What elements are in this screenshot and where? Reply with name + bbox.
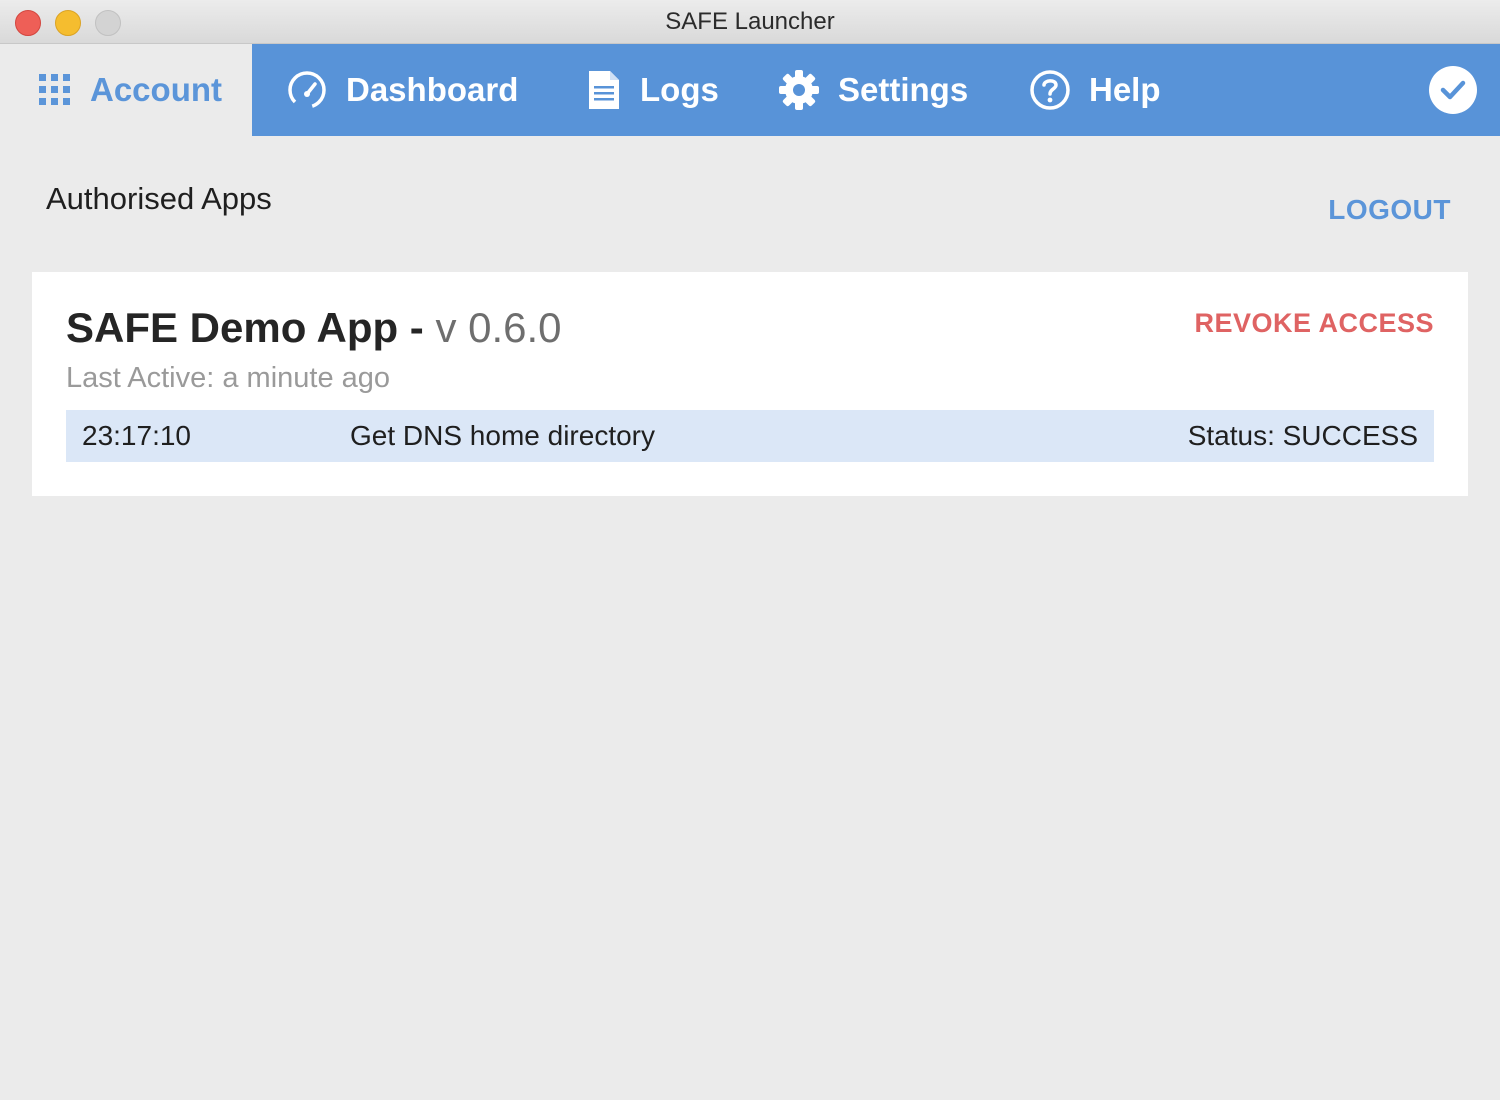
app-window: SAFE Launcher Account Dashboard Logs Set… bbox=[0, 0, 1500, 1100]
tab-logs[interactable]: Logs bbox=[586, 44, 719, 136]
grid-icon bbox=[38, 73, 72, 107]
tab-label: Dashboard bbox=[346, 71, 519, 108]
window-title: SAFE Launcher bbox=[665, 8, 835, 35]
app-card: SAFE Demo App - v 0.6.0 REVOKE ACCESS La… bbox=[32, 272, 1468, 496]
speedometer-icon bbox=[286, 69, 328, 111]
revoke-access-button[interactable]: REVOKE ACCESS bbox=[1194, 308, 1434, 339]
gear-icon bbox=[778, 69, 820, 111]
last-active-text: Last Active: a minute ago bbox=[66, 362, 391, 394]
app-version: v 0.6.0 bbox=[435, 304, 562, 351]
app-title-separator: - bbox=[398, 304, 436, 351]
log-action: Get DNS home directory bbox=[350, 420, 655, 451]
app-name: SAFE Demo App bbox=[66, 304, 399, 351]
log-status: Status: SUCCESS bbox=[1187, 420, 1418, 451]
tab-help[interactable]: Help bbox=[1029, 44, 1161, 136]
tab-label: Logs bbox=[640, 71, 719, 108]
app-title: SAFE Demo App - v 0.6.0 bbox=[66, 304, 562, 352]
tab-label: Account bbox=[90, 71, 222, 108]
tab-settings[interactable]: Settings bbox=[778, 44, 968, 136]
check-circle-icon[interactable] bbox=[1429, 66, 1477, 114]
log-timestamp: 23:17:10 bbox=[82, 420, 191, 451]
question-circle-icon bbox=[1029, 69, 1071, 111]
tab-account[interactable]: Account bbox=[0, 44, 252, 136]
tab-dashboard[interactable]: Dashboard bbox=[286, 44, 518, 136]
tab-label: Settings bbox=[838, 71, 969, 108]
nav-bar: Account Dashboard Logs Settings Help bbox=[0, 44, 1500, 136]
log-row: 23:17:10 Get DNS home directory Status: … bbox=[66, 410, 1434, 462]
title-bar: SAFE Launcher bbox=[0, 0, 1500, 44]
page-title: Authorised Apps bbox=[46, 181, 272, 216]
tab-label: Help bbox=[1089, 71, 1161, 108]
document-icon bbox=[586, 69, 622, 111]
logout-button[interactable]: LOGOUT bbox=[1328, 194, 1451, 226]
